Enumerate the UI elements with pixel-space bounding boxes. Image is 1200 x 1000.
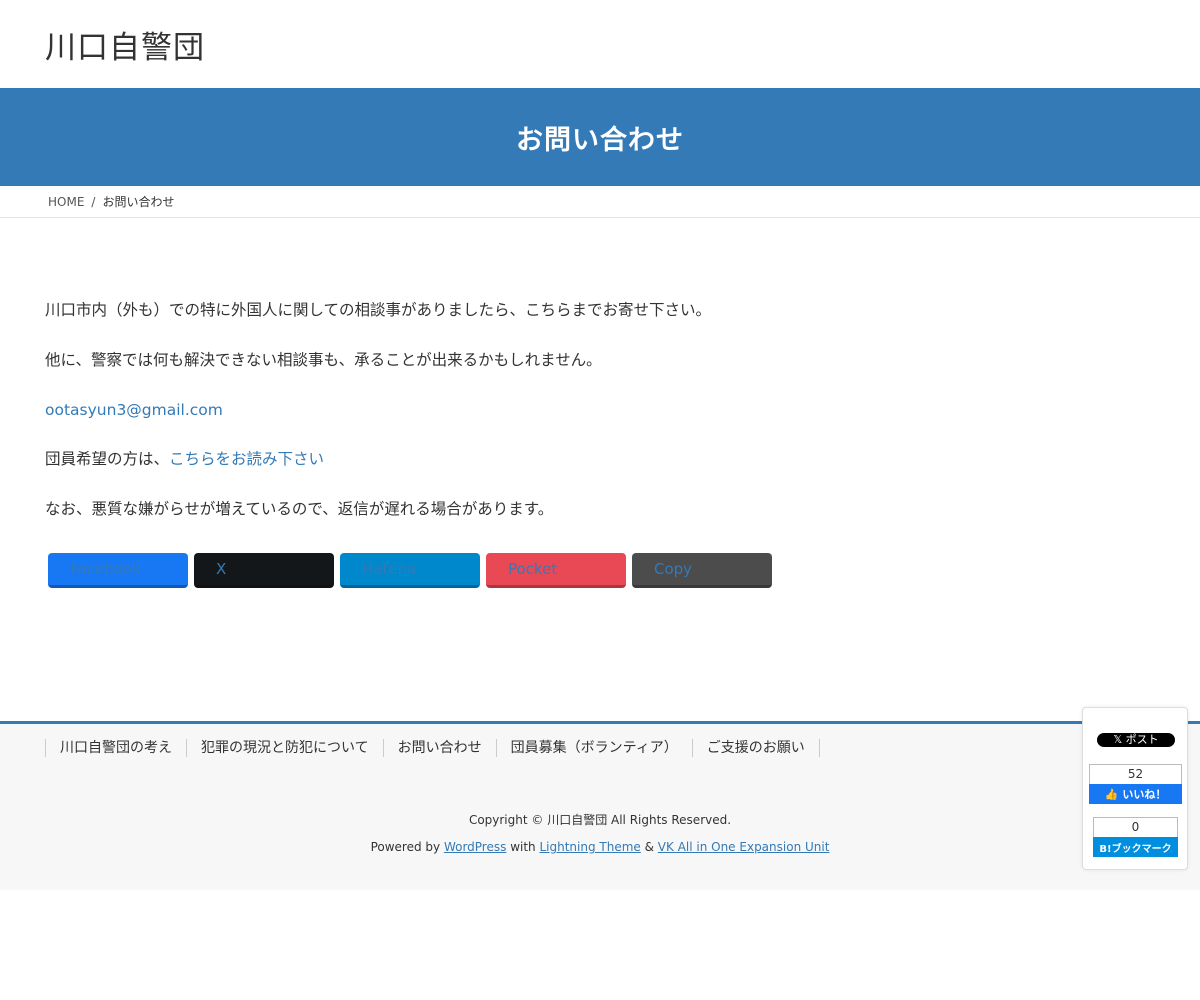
site-footer: 川口自警団の考え 犯罪の現況と防犯について お問い合わせ 団員募集（ボランティア…	[0, 721, 1200, 890]
site-title-link[interactable]: 川口自警団	[45, 22, 205, 67]
page-header: お問い合わせ	[0, 88, 1200, 186]
share-facebook-button[interactable]: Facebook	[48, 552, 188, 588]
paragraph-other: 他に、警察では何も解決できない相談事も、承ることが出来るかもしれません。	[45, 350, 602, 369]
floating-share-widget: 𝕏 ポスト 52 👍 いいね！ 0 B!ブックマーク	[1082, 707, 1188, 870]
share-copy-button[interactable]: Copy	[632, 552, 772, 588]
share-buttons: Facebook X Hatena Pocket Copy	[45, 552, 1155, 588]
breadcrumb-current: お問い合わせ	[102, 195, 175, 209]
member-paragraph: 団員希望の方は、こちらをお読み下さい	[45, 447, 1155, 472]
hatena-bookmark-widget[interactable]: 0 B!ブックマーク	[1093, 817, 1178, 857]
lightning-theme-link[interactable]: Lightning Theme	[539, 840, 640, 854]
footer-copyright: Copyright © 川口自警団 All Rights Reserved. P…	[0, 807, 1200, 861]
main-content: 川口市内（外も）での特に外国人に関しての相談事がありましたら、こちらまでお寄せ下…	[0, 218, 1200, 723]
site-header: 川口自警団	[0, 0, 1200, 88]
copyright-text: Copyright © 川口自警団 All Rights Reserved.	[468, 813, 732, 827]
email-paragraph: ootasyun3@gmail.com	[45, 398, 1155, 423]
share-pocket-label: Pocket	[508, 559, 558, 578]
facebook-like-button[interactable]: 👍 いいね！	[1089, 784, 1182, 804]
share-x-label: X	[216, 559, 227, 578]
facebook-like-label: いいね！	[1122, 788, 1167, 801]
email-link[interactable]: ootasyun3@gmail.com	[45, 401, 223, 419]
member-info-link[interactable]: こちらをお読み下さい	[169, 450, 324, 468]
share-x-button[interactable]: X	[194, 552, 334, 588]
breadcrumb: HOME / お問い合わせ	[0, 186, 1200, 218]
breadcrumb-separator: /	[91, 194, 96, 209]
footer-nav-item-support[interactable]: ご支援のお願い	[691, 739, 820, 757]
wordpress-link[interactable]: WordPress	[444, 840, 506, 854]
share-pocket-button[interactable]: Pocket	[486, 552, 626, 588]
powered-prefix: Powered by	[370, 840, 444, 854]
powered-with: with	[506, 840, 540, 854]
powered-amp: &	[640, 840, 658, 854]
footer-nav-item-recruit[interactable]: 団員募集（ボランティア）	[495, 739, 692, 757]
share-hatena-label: Hatena	[362, 559, 417, 578]
footer-nav: 川口自警団の考え 犯罪の現況と防犯について お問い合わせ 団員募集（ボランティア…	[0, 739, 1200, 757]
breadcrumb-home-link[interactable]: HOME	[45, 195, 84, 209]
paragraph-notice: なお、悪質な嫌がらせが増えているので、返信が遅れる場合があります。	[45, 500, 554, 519]
member-text: 団員希望の方は、	[45, 450, 170, 469]
facebook-like-count: 52	[1089, 764, 1182, 784]
hatena-bookmark-count: 0	[1093, 817, 1178, 837]
breadcrumb-home-label: HOME	[48, 194, 85, 209]
facebook-like-widget[interactable]: 52 👍 いいね！	[1089, 764, 1182, 804]
footer-nav-item-contact[interactable]: お問い合わせ	[382, 739, 496, 757]
x-post-button[interactable]: 𝕏 ポスト	[1097, 733, 1175, 747]
powered-by: Powered by WordPress with Lightning Them…	[0, 834, 1200, 861]
paragraph-intro: 川口市内（外も）での特に外国人に関しての相談事がありましたら、こちらまでお寄せ下…	[45, 301, 712, 319]
share-copy-label: Copy	[654, 559, 693, 578]
share-facebook-label: Facebook	[70, 559, 141, 578]
hatena-bookmark-button[interactable]: B!ブックマーク	[1093, 837, 1178, 857]
share-hatena-button[interactable]: Hatena	[340, 552, 480, 588]
footer-nav-item-philosophy[interactable]: 川口自警団の考え	[45, 739, 186, 757]
vk-expansion-link[interactable]: VK All in One Expansion Unit	[658, 840, 830, 854]
footer-nav-item-crime[interactable]: 犯罪の現況と防犯について	[186, 739, 383, 757]
thumbs-up-icon: 👍	[1104, 787, 1119, 801]
page-title: お問い合わせ	[516, 124, 684, 156]
